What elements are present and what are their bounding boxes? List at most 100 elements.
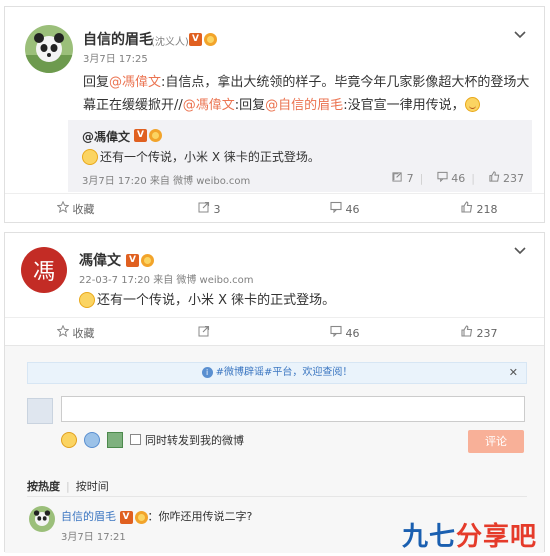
emoji-icon[interactable] bbox=[61, 432, 77, 448]
notice-text[interactable]: #微博辟谣#平台，欢迎查阅！ bbox=[216, 367, 353, 378]
forward-button[interactable] bbox=[198, 325, 210, 340]
mention-link[interactable]: @馮偉文 bbox=[183, 98, 235, 113]
smile-emoji-icon bbox=[464, 97, 480, 112]
notice-banner: i #微博辟谣#平台，欢迎查阅！ ✕ bbox=[27, 362, 527, 384]
like-count: 218 bbox=[476, 203, 498, 216]
member-badge-icon bbox=[134, 510, 148, 524]
quoted-time[interactable]: 3月7日 17:20 来自 微博 weibo.com bbox=[82, 172, 250, 187]
forward-count: 3 bbox=[213, 203, 221, 216]
verified-badge-icon: V bbox=[119, 510, 133, 524]
watermark-part: 九七 bbox=[402, 522, 457, 552]
quoted-post[interactable]: @馮偉文 V 还有一个传说，小米 X 徕卡的正式登场。 3月7日 17:20 来… bbox=[68, 120, 532, 192]
avatar[interactable] bbox=[25, 25, 73, 73]
like-icon bbox=[461, 201, 473, 213]
badges: V bbox=[126, 253, 154, 267]
chevron-down-icon[interactable] bbox=[514, 27, 526, 43]
favorite-label: 收藏 bbox=[72, 327, 95, 340]
post-text: 还有一个传说，小米 X 徕卡的正式登场。 bbox=[79, 289, 335, 308]
comment-button[interactable]: 46 bbox=[330, 325, 360, 340]
like-button[interactable]: 237 bbox=[461, 325, 498, 340]
action-bar: 收藏 3 46 218 bbox=[5, 193, 544, 224]
author-remark: (沈义人) bbox=[151, 37, 189, 48]
current-user-avatar bbox=[27, 398, 53, 424]
comment-toolbar: 同时转发到我的微博 bbox=[61, 432, 244, 452]
verified-badge-icon: V bbox=[189, 33, 202, 46]
comment-button[interactable]: 46 bbox=[330, 201, 360, 216]
post-time[interactable]: 3月7日 17:25 bbox=[83, 50, 148, 65]
original-post-card: 馮 馮偉文 V 22-03-7 17:20 来自 微博 weibo.com 还有… bbox=[4, 232, 545, 553]
author-name[interactable]: 馮偉文 bbox=[79, 250, 121, 270]
forward-button[interactable]: 3 bbox=[198, 201, 221, 216]
favorite-button[interactable]: 收藏 bbox=[56, 324, 95, 341]
close-icon[interactable]: ✕ bbox=[509, 363, 518, 383]
post-time[interactable]: 22-03-7 17:20 来自 微博 weibo.com bbox=[79, 271, 254, 286]
comment-count: 46 bbox=[345, 203, 360, 216]
comment-icon bbox=[330, 325, 342, 338]
comment-count: 46 bbox=[345, 327, 360, 340]
like-count: 237 bbox=[503, 172, 524, 185]
forward-option-label: 同时转发到我的微博 bbox=[145, 434, 244, 447]
quoted-forward[interactable]: 7 bbox=[392, 171, 414, 185]
avatar-glyph: 馮 bbox=[32, 260, 55, 285]
forward-count: 7 bbox=[406, 172, 414, 185]
forward-icon bbox=[198, 201, 210, 213]
post-text: 回复@馮偉文:自信点，拿出大统领的样子。毕竟今年几家影像超大杯的登场大幕正在缓缓… bbox=[83, 71, 533, 117]
like-icon bbox=[461, 325, 473, 337]
avatar[interactable] bbox=[29, 506, 55, 532]
quoted-comment[interactable]: 46 bbox=[437, 171, 466, 185]
mention-link[interactable]: @馮偉文 bbox=[109, 75, 161, 90]
forward-icon bbox=[392, 172, 402, 182]
mention-link[interactable]: @自信的眉毛 bbox=[265, 98, 343, 113]
watermark-logo: 九七分享吧 bbox=[402, 516, 537, 553]
forward-icon bbox=[198, 325, 210, 337]
badges: V bbox=[189, 32, 217, 46]
like-icon bbox=[488, 171, 499, 182]
submit-comment-button[interactable]: 评论 bbox=[468, 430, 524, 453]
comment-text: ：你咋还用传说二字? bbox=[147, 510, 253, 523]
like-count: 237 bbox=[476, 327, 498, 340]
favorite-button[interactable]: 收藏 bbox=[56, 200, 95, 217]
info-icon: i bbox=[201, 366, 213, 378]
comment-icon bbox=[330, 201, 342, 214]
comment-input[interactable] bbox=[61, 396, 525, 422]
chevron-down-icon[interactable] bbox=[514, 243, 526, 259]
quoted-text: 还有一个传说，小米 X 徕卡的正式登场。 bbox=[82, 148, 320, 165]
quoted-author[interactable]: @馮偉文 bbox=[82, 128, 130, 145]
like-button[interactable]: 218 bbox=[461, 201, 498, 216]
text-segment: :没官宣一律用传说， bbox=[343, 98, 465, 113]
image-icon[interactable] bbox=[107, 432, 123, 448]
favorite-label: 收藏 bbox=[72, 203, 95, 216]
verified-badge-icon: V bbox=[134, 129, 147, 142]
author-name[interactable]: 自信的眉毛 bbox=[83, 29, 153, 49]
text-segment: 回复 bbox=[83, 75, 110, 90]
avatar[interactable]: 馮 bbox=[21, 247, 67, 293]
repost-card: 自信的眉毛 (沈义人) V 3月7日 17:25 回复@馮偉文:自信点，拿出大统… bbox=[4, 6, 545, 223]
forward-option[interactable]: 同时转发到我的微博 bbox=[130, 432, 244, 448]
divider bbox=[27, 496, 527, 497]
text-segment: :回复 bbox=[234, 98, 266, 113]
member-badge-icon bbox=[149, 129, 162, 142]
thinking-emoji-icon bbox=[82, 149, 98, 165]
thinking-emoji-icon bbox=[79, 292, 95, 308]
comment-count: 46 bbox=[451, 172, 466, 185]
quoted-like[interactable]: 237 bbox=[488, 171, 524, 185]
comment-item: 自信的眉毛 V ：你咋还用传说二字? bbox=[61, 508, 252, 524]
member-badge-icon bbox=[141, 254, 154, 267]
verified-badge-icon: V bbox=[126, 254, 139, 267]
quoted-text-content: 还有一个传说，小米 X 徕卡的正式登场。 bbox=[100, 150, 320, 164]
watermark-part: 分享吧 bbox=[456, 522, 538, 552]
forward-checkbox[interactable] bbox=[130, 434, 141, 445]
tab-sort-time[interactable]: 按时间 bbox=[76, 480, 109, 493]
post-text-content: 还有一个传说，小米 X 徕卡的正式登场。 bbox=[97, 293, 336, 308]
comment-author[interactable]: 自信的眉毛 bbox=[61, 510, 116, 523]
favorite-icon bbox=[56, 324, 70, 337]
quoted-stats: 7 | 46 | 237 bbox=[382, 171, 524, 185]
favorite-icon bbox=[56, 200, 70, 213]
comment-time: 3月7日 17:21 bbox=[61, 532, 126, 543]
comment-icon bbox=[437, 171, 448, 183]
sort-tabs: 按热度 | 按时间 bbox=[27, 480, 109, 493]
tab-sort-hot[interactable]: 按热度 bbox=[27, 480, 60, 493]
member-badge-icon bbox=[204, 33, 217, 46]
action-bar: 收藏 46 237 bbox=[5, 317, 544, 345]
gif-icon[interactable] bbox=[84, 432, 100, 448]
